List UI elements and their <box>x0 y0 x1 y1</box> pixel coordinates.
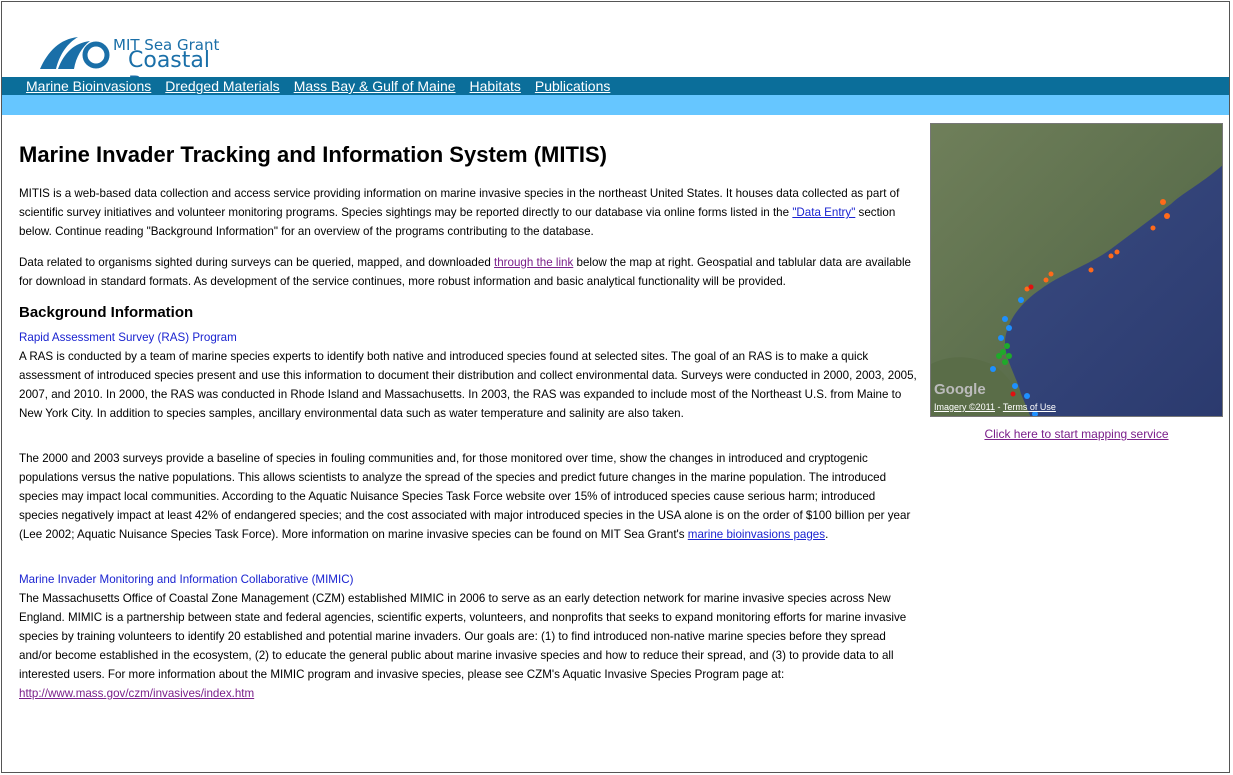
wave-logo-icon <box>40 37 110 69</box>
data-entry-link[interactable]: "Data Entry" <box>792 206 855 219</box>
start-mapping-service-link[interactable]: Click here to start mapping service <box>984 427 1168 441</box>
intro-paragraph-1: MITIS is a web-based data collection and… <box>19 187 900 238</box>
sub-nav-bar <box>2 95 1229 115</box>
page-title: Marine Invader Tracking and Information … <box>19 142 608 167</box>
map-attribution: Imagery ©2011 - Terms of Use <box>934 402 1056 412</box>
sidebar: Google Imagery ©2011 - Terms of Use Clic… <box>930 123 1223 441</box>
nav-dredged-materials[interactable]: Dredged Materials <box>165 78 279 94</box>
satellite-map-image <box>931 124 1222 416</box>
through-the-link[interactable]: through the link <box>494 256 573 269</box>
main-nav: Marine Bioinvasions Dredged Materials Ma… <box>2 77 1229 95</box>
page-frame: MIT Sea Grant Coastal Resources Marine B… <box>1 1 1230 773</box>
czm-invasives-link[interactable]: http://www.mass.gov/czm/invasives/index.… <box>19 687 254 700</box>
mapping-service-caption: Click here to start mapping service <box>930 427 1223 441</box>
intro-paragraph-2: Data related to organisms sighted during… <box>19 256 912 288</box>
nav-marine-bioinvasions[interactable]: Marine Bioinvasions <box>26 78 151 94</box>
site-header: MIT Sea Grant Coastal Resources <box>2 2 1229 98</box>
terms-of-use-link[interactable]: Terms of Use <box>1003 402 1056 412</box>
nav-publications[interactable]: Publications <box>535 78 611 94</box>
nav-mass-bay-gulf-of-maine[interactable]: Mass Bay & Gulf of Maine <box>294 78 456 94</box>
ras-paragraph-1: A RAS is conducted by a team of marine s… <box>19 350 917 420</box>
ras-paragraph-2: The 2000 and 2003 surveys provide a base… <box>19 452 911 541</box>
mimic-heading: Marine Invader Monitoring and Informatio… <box>19 573 354 586</box>
marine-bioinvasions-pages-link[interactable]: marine bioinvasions pages <box>688 528 825 541</box>
ras-heading: Rapid Assessment Survey (RAS) Program <box>19 331 237 344</box>
google-logo: Google <box>934 381 986 398</box>
main-content: Marine Invader Tracking and Information … <box>19 140 917 715</box>
map-thumbnail[interactable]: Google Imagery ©2011 - Terms of Use <box>930 123 1223 417</box>
imagery-link[interactable]: Imagery ©2011 <box>934 402 995 412</box>
nav-habitats[interactable]: Habitats <box>470 78 521 94</box>
site-logo[interactable]: MIT Sea Grant Coastal Resources <box>18 9 318 98</box>
mimic-paragraph: The Massachusetts Office of Coastal Zone… <box>19 592 907 700</box>
background-heading: Background Information <box>19 304 194 321</box>
